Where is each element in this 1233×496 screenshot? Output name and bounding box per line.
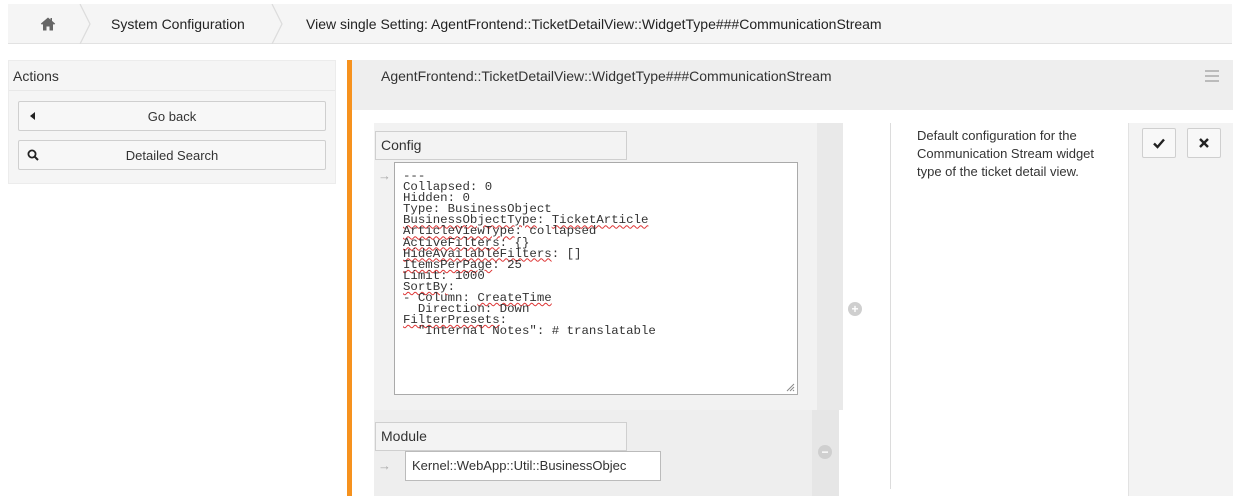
breadcrumb-separator [270,3,286,45]
remove-key-icon[interactable]: − [818,445,832,459]
actions-sidebar: Actions Go back Detailed Search [8,60,336,184]
breadcrumb-separator [78,3,94,45]
resize-handle-icon[interactable] [785,382,795,392]
menu-icon[interactable] [1205,70,1219,85]
module-input[interactable]: Kernel::WebApp::Util::BusinessObjec [405,451,661,481]
config-line: Limit: 1000 [403,268,485,283]
arrow-right-icon: → [378,168,391,183]
close-icon [1199,138,1209,148]
divider [890,123,891,489]
checkmark-icon [1153,138,1165,149]
detailed-search-label: Detailed Search [125,147,219,163]
cancel-button[interactable] [1187,128,1221,158]
detailed-search-button[interactable]: Detailed Search [18,140,326,170]
config-line: "Internal Notes": # translatable [403,324,656,339]
setting-description: Default configuration for the Communicat… [917,128,1095,179]
actions-heading: Actions [9,61,335,91]
setting-header: AgentFrontend::TicketDetailView::WidgetT… [352,60,1233,110]
go-back-button[interactable]: Go back [18,101,326,131]
module-key-label: Module [375,422,627,451]
search-icon [19,149,47,161]
save-button[interactable] [1142,128,1176,158]
add-key-column [817,123,843,410]
setting-title: AgentFrontend::TicketDetailView::WidgetT… [381,68,832,84]
home-icon [40,17,56,31]
breadcrumb-home[interactable] [8,4,88,44]
breadcrumb-current-setting: View single Setting: AgentFrontend::Tick… [306,16,882,32]
config-textarea[interactable]: --- Collapsed: 0 Hidden: 0 Type: BusinessOb… [394,162,798,395]
arrow-right-icon: → [378,458,391,473]
add-key-icon[interactable]: + [848,302,862,316]
breadcrumb: System Configuration View single Setting… [8,3,1232,45]
go-back-label: Go back [147,108,197,124]
caret-left-icon [19,112,47,120]
setting-actions [1128,123,1233,496]
breadcrumb-system-configuration[interactable]: System Configuration [111,4,245,44]
config-key-label: Config [375,131,627,160]
setting-widget: AgentFrontend::TicketDetailView::WidgetT… [347,60,1233,496]
